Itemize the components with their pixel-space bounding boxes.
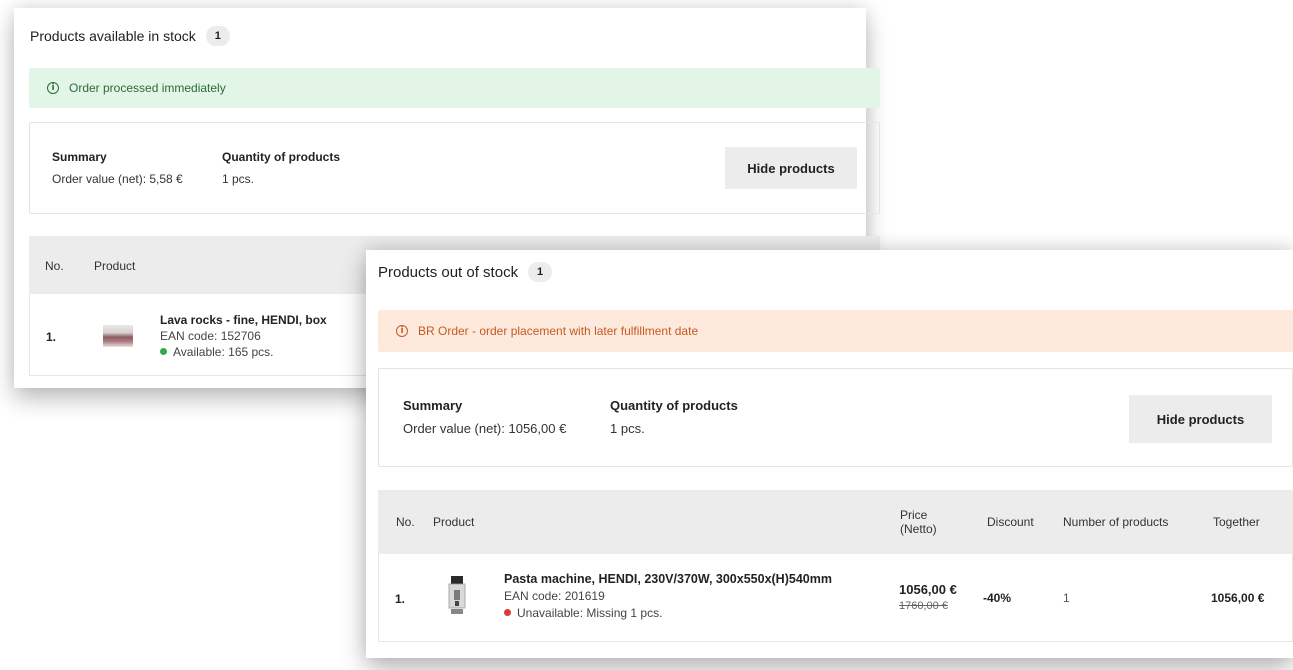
ean-code: EAN code: 152706	[160, 329, 261, 343]
hide-products-button[interactable]: Hide products	[1129, 395, 1272, 443]
quantity-value: 1	[1063, 591, 1070, 605]
summary-column: Summary Order value (net): 1056,00 €	[403, 398, 566, 436]
quantity-value: 1 pcs.	[222, 172, 255, 186]
hide-products-button[interactable]: Hide products	[725, 147, 857, 189]
in-stock-alert: i Order processed immediately	[29, 68, 880, 108]
header-price: Price (Netto)	[900, 508, 937, 536]
in-stock-count-badge: 1	[205, 26, 230, 46]
quantity-column: Quantity of products 1 pcs.	[222, 150, 340, 186]
available-dot-icon	[160, 348, 167, 355]
quantity-label: Quantity of products	[222, 150, 340, 164]
unavailable-dot-icon	[504, 609, 511, 616]
availability-status: Unavailable: Missing 1 pcs.	[504, 605, 832, 622]
product-name-link[interactable]: Pasta machine, HENDI, 230V/370W, 300x550…	[504, 571, 832, 588]
table-row: 1. Pasta machine, HENDI, 230V/370W, 300x…	[378, 554, 1293, 642]
out-of-stock-panel: Products out of stock 1 i BR Order - ord…	[366, 250, 1293, 658]
out-of-stock-summary: Summary Order value (net): 1056,00 € Qua…	[378, 368, 1293, 467]
discount-value: -40%	[983, 591, 1012, 605]
info-icon: i	[396, 325, 408, 337]
price-original: 1760,00 €	[899, 600, 948, 612]
order-value: Order value (net): 5,58 €	[52, 172, 183, 186]
availability-text: Unavailable: Missing 1 pcs.	[517, 606, 663, 620]
out-of-stock-heading: Products out of stock 1	[378, 262, 553, 282]
header-product: Product	[433, 515, 475, 529]
availability-status: Available: 165 pcs.	[160, 344, 327, 360]
out-of-stock-title: Products out of stock	[378, 263, 519, 281]
order-value: Order value (net): 1056,00 €	[403, 421, 567, 436]
in-stock-summary: Summary Order value (net): 5,58 € Quanti…	[29, 122, 880, 214]
quantity-label: Quantity of products	[610, 398, 738, 413]
header-discount: Discount	[987, 515, 1034, 529]
summary-column: Summary Order value (net): 5,58 €	[52, 150, 183, 186]
header-product: Product	[94, 259, 136, 273]
in-stock-heading: Products available in stock 1	[30, 26, 230, 46]
product-image[interactable]	[103, 325, 133, 347]
out-of-stock-count-badge: 1	[528, 262, 553, 282]
row-number: 1.	[395, 592, 406, 606]
out-of-stock-table-header: No. Product Price (Netto) Discount Numbe…	[378, 490, 1293, 554]
in-stock-alert-text: Order processed immediately	[69, 81, 226, 95]
quantity-value: 1 pcs.	[610, 421, 645, 436]
summary-label: Summary	[52, 150, 107, 164]
summary-label: Summary	[403, 398, 463, 413]
availability-text: Available: 165 pcs.	[173, 345, 274, 359]
out-of-stock-alert: i BR Order - order placement with later …	[378, 310, 1293, 352]
header-together: Together	[1213, 515, 1260, 529]
in-stock-title: Products available in stock	[30, 28, 196, 44]
header-no: No.	[396, 515, 415, 529]
header-no: No.	[45, 259, 64, 273]
product-image[interactable]	[446, 576, 468, 616]
row-total: 1056,00 €	[1211, 591, 1265, 605]
out-of-stock-alert-text: BR Order - order placement with later fu…	[418, 324, 699, 338]
product-name-link[interactable]: Lava rocks - fine, HENDI, box	[160, 312, 327, 328]
product-info: Pasta machine, HENDI, 230V/370W, 300x550…	[504, 571, 832, 622]
row-number: 1.	[46, 330, 57, 344]
ean-code: EAN code: 201619	[504, 589, 605, 603]
header-number-of-products: Number of products	[1063, 515, 1169, 529]
info-icon: i	[47, 82, 59, 94]
price-cell: 1056,00 € 1760,00 €	[899, 581, 957, 615]
product-info: Lava rocks - fine, HENDI, box EAN code: …	[160, 312, 327, 360]
quantity-column: Quantity of products 1 pcs.	[610, 398, 738, 436]
price-current: 1056,00 €	[899, 582, 957, 597]
